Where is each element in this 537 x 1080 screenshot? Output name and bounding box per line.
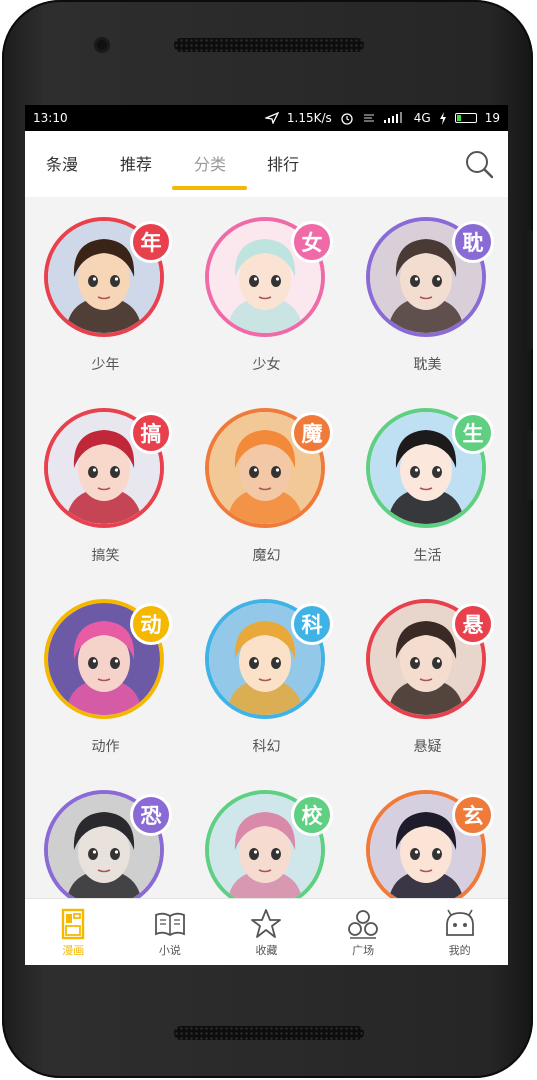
category-badge: 科 [291,603,333,645]
nav-label-plaza: 广场 [352,944,375,957]
category-avatar-wrap: 女 [205,217,333,337]
earpiece-speaker [174,38,364,52]
location-icon [264,112,279,124]
tab-recommend[interactable]: 推荐 [107,151,165,175]
category-badge: 校 [291,794,333,836]
tab-tiaoman[interactable]: 条漫 [33,151,91,175]
alarm-icon [341,113,353,125]
category-avatar-wrap: 恐 [44,790,172,910]
nav-item-profile[interactable]: 我的 [411,899,508,965]
category-item[interactable]: 搞搞笑 [25,388,186,578]
search-icon[interactable] [464,149,494,179]
profile-icon [445,909,474,936]
star-icon [251,909,282,938]
category-avatar-wrap: 科 [205,599,333,719]
plaza-icon [348,910,378,939]
category-avatar-wrap: 生 [366,408,494,528]
nav-label-novel: 小说 [158,944,181,957]
category-label: 耽美 [413,357,442,373]
category-label: 动作 [91,739,120,755]
category-avatar-wrap: 校 [205,790,333,910]
front-camera [94,37,110,53]
nav-item-novel[interactable]: 小说 [122,899,219,965]
nav-item-comic[interactable]: 漫画 [25,899,122,965]
category-avatar-wrap: 动 [44,599,172,719]
category-avatar-wrap: 搞 [44,408,172,528]
category-avatar-wrap: 玄 [366,790,494,910]
category-item[interactable]: 动动作 [25,579,186,769]
notification-icon [363,114,374,122]
comic-icon [62,908,85,940]
network-type: 4G [413,111,431,125]
category-label: 魔幻 [252,548,281,564]
volume-button [527,230,533,350]
category-item[interactable]: 科科幻 [186,579,347,769]
category-badge: 玄 [452,794,494,836]
active-tab-indicator [172,186,247,190]
category-avatar-wrap: 耽 [366,217,494,337]
network-speed: 1.15K/s [286,111,332,125]
category-label: 生活 [413,548,442,564]
category-avatar-wrap: 年 [44,217,172,337]
nav-item-favorites[interactable]: 收藏 [218,899,315,965]
category-badge: 恐 [130,794,172,836]
top-tab-bar: 条漫 推荐 分类 排行 [25,131,508,197]
battery-icon [454,113,477,123]
category-badge: 悬 [452,603,494,645]
power-button [527,430,533,500]
bottom-speaker [174,1026,364,1040]
tab-category[interactable]: 分类 [181,151,239,175]
category-item[interactable]: 年少年 [25,197,186,387]
category-badge: 年 [130,221,172,263]
status-bar: 13:10 1.15K/s 4G 19 [25,105,508,131]
category-label: 少年 [91,357,120,373]
nav-label-profile: 我的 [448,944,471,957]
category-label: 少女 [252,357,281,373]
category-item[interactable]: 魔魔幻 [186,388,347,578]
screen: 13:10 1.15K/s 4G 19 条漫 推荐 分类 排行 年少年女少女耽耽… [25,105,508,965]
category-badge: 耽 [452,221,494,263]
bottom-nav-bar: 漫画 小说 收藏 广场 我的 [25,898,508,965]
category-badge: 生 [452,412,494,454]
category-badge: 动 [130,603,172,645]
category-avatar-wrap: 魔 [205,408,333,528]
status-time: 13:10 [33,111,68,125]
category-avatar-wrap: 悬 [366,599,494,719]
nav-item-plaza[interactable]: 广场 [315,899,412,965]
battery-level: 19 [484,111,500,125]
category-item[interactable]: 女少女 [186,197,347,387]
nav-label-favorites: 收藏 [255,944,278,957]
category-label: 搞笑 [91,548,120,564]
signal-icon [383,112,402,123]
category-item[interactable]: 悬悬疑 [347,579,508,769]
category-badge: 魔 [291,412,333,454]
charging-icon [439,111,446,125]
nav-label-comic: 漫画 [62,944,85,957]
category-badge: 搞 [130,412,172,454]
tab-ranking[interactable]: 排行 [254,151,312,175]
category-item[interactable]: 生生活 [347,388,508,578]
category-label: 悬疑 [413,739,442,755]
category-label: 科幻 [252,739,281,755]
category-item[interactable]: 耽耽美 [347,197,508,387]
category-badge: 女 [291,221,333,263]
book-icon [154,912,185,937]
